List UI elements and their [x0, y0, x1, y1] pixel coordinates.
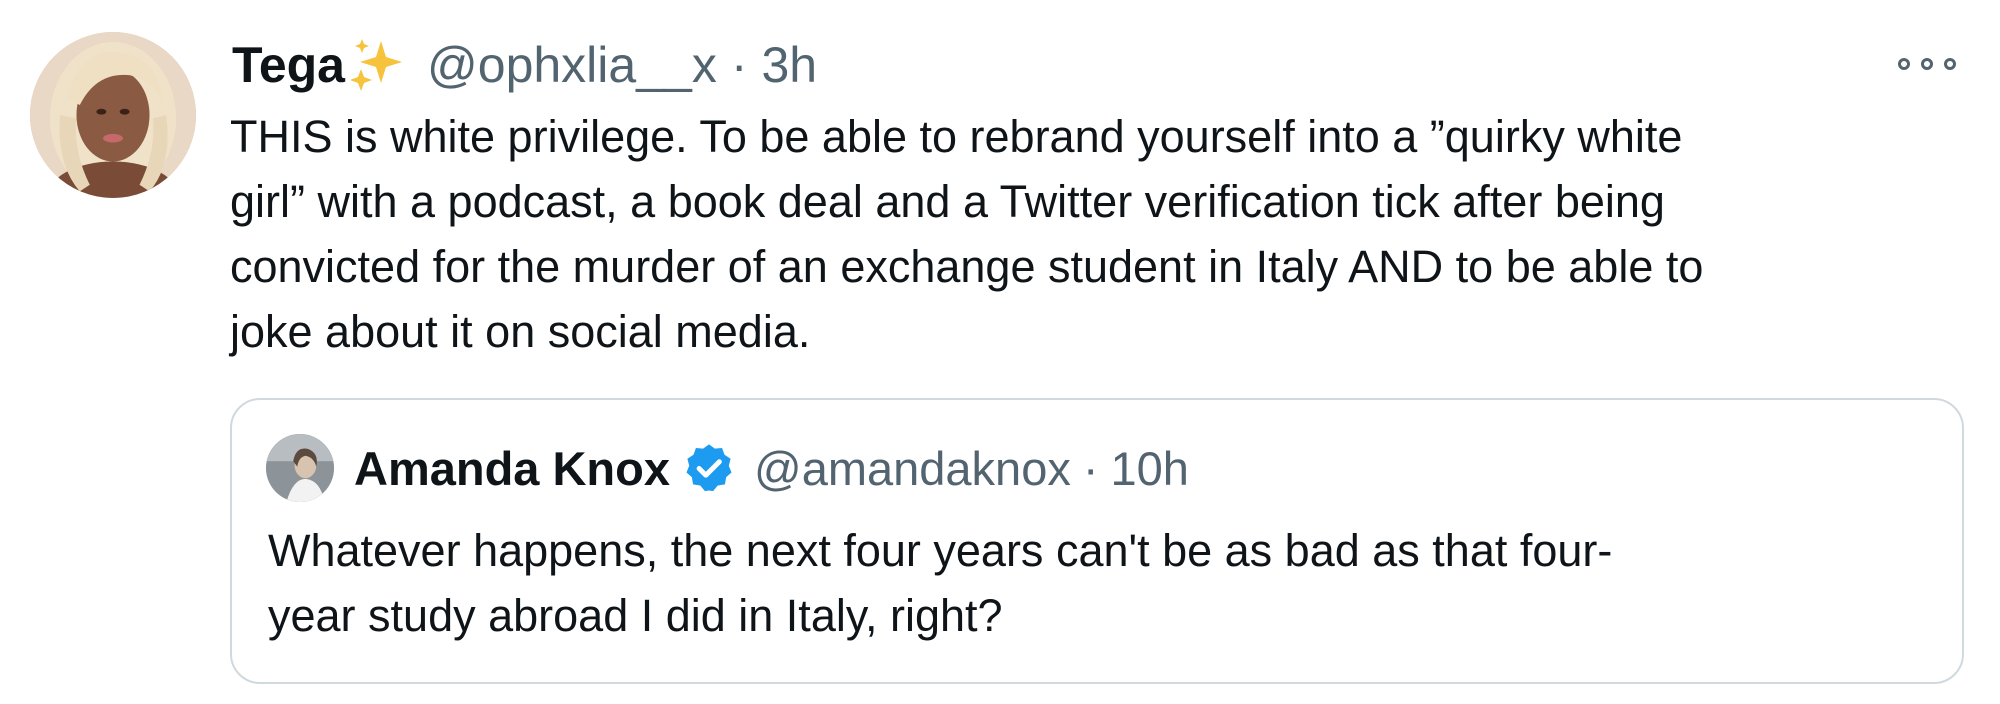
tweet-text: THIS is white privilege. To be able to r…: [230, 104, 1970, 364]
sparkles-icon: [347, 35, 407, 95]
quoted-tweet-header: Amanda Knox @amandaknox · 10h: [354, 434, 1189, 502]
separator-dot: ·: [1082, 441, 1099, 495]
tweet-timestamp[interactable]: 3h: [761, 36, 817, 94]
verified-badge-icon: [682, 441, 736, 495]
author-avatar-image: [30, 32, 196, 198]
author-display-name[interactable]: Tega: [232, 36, 345, 94]
quoted-author-avatar-image: [266, 434, 334, 502]
quoted-author-avatar[interactable]: [266, 434, 334, 502]
quoted-tweet-card[interactable]: Amanda Knox @amandaknox · 10h Whatever h…: [230, 398, 1964, 684]
quoted-tweet-text-line: Whatever happens, the next four years ca…: [268, 525, 1613, 576]
quoted-tweet-text: Whatever happens, the next four years ca…: [268, 518, 1938, 648]
tweet-text-line: THIS is white privilege. To be able to r…: [230, 111, 1683, 162]
tweet-text-line: joke about it on social media.: [230, 306, 811, 357]
tweet-text-line: girl” with a podcast, a book deal and a …: [230, 176, 1665, 227]
quoted-tweet-timestamp[interactable]: 10h: [1111, 441, 1189, 496]
more-horizontal-icon[interactable]: [1898, 50, 1956, 78]
quoted-author-display-name[interactable]: Amanda Knox: [354, 441, 670, 496]
tweet[interactable]: Tega @ophxlia__x · 3h THIS is white priv…: [0, 0, 2000, 704]
separator-dot: ·: [730, 37, 748, 93]
quoted-tweet-text-line: year study abroad I did in Italy, right?: [268, 590, 1003, 641]
tweet-text-line: convicted for the murder of an exchange …: [230, 241, 1704, 292]
quoted-author-handle[interactable]: @amandaknox: [754, 441, 1071, 496]
author-handle[interactable]: @ophxlia__x: [427, 36, 717, 94]
author-avatar[interactable]: [30, 32, 196, 198]
tweet-header: Tega @ophxlia__x · 3h: [232, 30, 817, 100]
